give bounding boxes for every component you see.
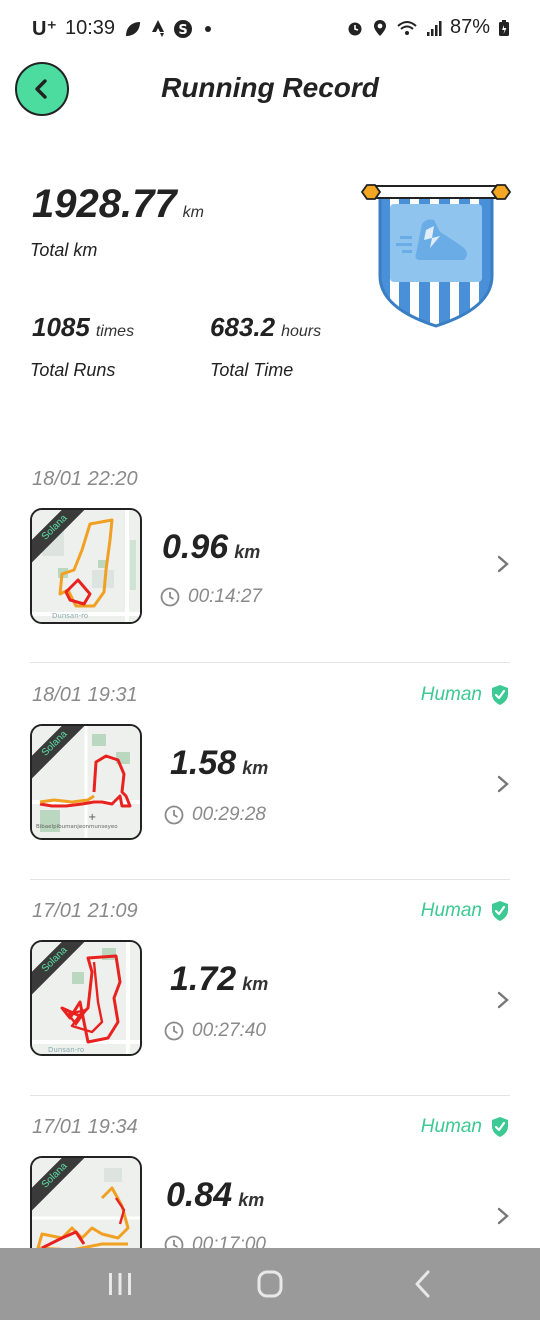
location-icon — [373, 19, 386, 36]
route-map-thumbnail: + Bibaelpibumanjeonmunseyeo Solana — [30, 724, 142, 840]
chevron-right-icon — [497, 991, 509, 1009]
distance-unit: km — [242, 974, 269, 994]
notification-dot-icon — [205, 25, 212, 32]
total-km-value: 1928.77 km — [32, 182, 204, 227]
clock-icon — [164, 805, 184, 825]
status-right: 87% — [346, 16, 510, 39]
status-left: U⁺ 10:39 S — [32, 16, 212, 41]
total-runs-number: 1085 — [32, 312, 90, 342]
total-km-label: Total km — [30, 240, 98, 260]
record-duration: 00:27:40 — [164, 1020, 266, 1042]
recent-apps-button[interactable] — [100, 1270, 140, 1298]
shield-check-icon — [492, 901, 508, 921]
clock: 10:39 — [65, 17, 116, 39]
home-button[interactable] — [250, 1270, 290, 1298]
human-verified-badge: Human — [421, 900, 510, 922]
record-item-4[interactable]: 17/01 19:34 Human Solana 0.84 km 00:17:00 — [30, 1110, 510, 1248]
app-s-icon: S — [174, 19, 193, 38]
system-navigation-bar — [0, 1248, 540, 1320]
record-item-1[interactable]: 18/01 22:20 Dunsan-ro Solana 0.96 km 00:1… — [30, 462, 510, 662]
human-verified-badge: Human — [421, 1116, 510, 1138]
route-map-thumbnail: Dunsan-ro Solana — [30, 508, 142, 624]
duration-text: 00:14:27 — [188, 586, 262, 607]
record-date: 17/01 19:34 — [32, 1116, 138, 1138]
clock-icon — [164, 1021, 184, 1041]
divider — [30, 1095, 510, 1096]
clock-icon — [160, 587, 180, 607]
total-time-label: Total Time — [210, 360, 294, 380]
total-time-value: 683.2 hours — [210, 312, 321, 343]
duration-text: 00:27:40 — [192, 1020, 266, 1041]
map-street-label: Dunsan-ro — [48, 1046, 84, 1054]
distance-number: 0.96 — [162, 528, 229, 566]
record-duration: 00:14:27 — [160, 586, 262, 608]
distance-number: 0.84 — [166, 1176, 233, 1214]
human-verified-badge: Human — [421, 684, 510, 706]
total-runs-value: 1085 times — [32, 312, 134, 343]
distance-unit: km — [234, 542, 261, 562]
chevron-right-icon — [497, 775, 509, 793]
back-nav-button[interactable] — [404, 1270, 444, 1298]
signal-icon — [426, 20, 442, 36]
record-duration: 00:17:00 — [164, 1234, 266, 1248]
map-street-label: Bibaelpibumanjeonmunseyeo — [36, 824, 118, 830]
record-date: 18/01 19:31 — [32, 684, 138, 706]
header: Running Record — [0, 58, 540, 122]
route-map-thumbnail: Solana — [30, 1156, 142, 1248]
battery-icon — [499, 19, 509, 36]
duration-text: 00:29:28 — [192, 804, 266, 825]
chevron-right-icon — [497, 1207, 509, 1225]
chevron-right-icon — [497, 555, 509, 573]
total-km-number: 1928.77 — [32, 182, 177, 226]
alarm-icon — [348, 22, 362, 35]
route-map-thumbnail: Dunsan-ro Solana — [30, 940, 142, 1056]
total-time-number: 683.2 — [210, 312, 276, 342]
record-distance: 1.72 km — [170, 960, 268, 999]
battery-percent: 87% — [449, 16, 490, 38]
strava-icon — [152, 19, 165, 37]
total-runs-label: Total Runs — [30, 360, 116, 380]
human-label: Human — [420, 1116, 482, 1137]
record-item-2[interactable]: 18/01 19:31 Human + Bibaelpibumanjeonmun… — [30, 678, 510, 878]
divider — [30, 879, 510, 880]
human-label: Human — [420, 684, 482, 705]
record-distance: 0.96 km — [162, 528, 260, 567]
duration-text: 00:17:00 — [192, 1234, 266, 1248]
page-title: Running Record — [161, 72, 379, 103]
map-street-label: Dunsan-ro — [52, 612, 88, 620]
wifi-icon — [397, 20, 417, 35]
record-distance: 0.84 km — [166, 1176, 264, 1215]
running-badge-icon — [360, 184, 512, 328]
shield-check-icon — [492, 685, 508, 705]
distance-number: 1.72 — [170, 960, 237, 998]
leaf-icon — [126, 21, 141, 36]
distance-number: 1.58 — [170, 744, 237, 782]
total-time-unit: hours — [281, 323, 322, 340]
svg-text:+: + — [88, 812, 96, 823]
total-km-unit: km — [182, 204, 204, 221]
record-distance: 1.58 km — [170, 744, 268, 783]
shield-check-icon — [492, 1117, 508, 1137]
record-item-3[interactable]: 17/01 21:09 Human Dunsan-ro Solana 1.72 k… — [30, 894, 510, 1094]
svg-text:S: S — [178, 23, 187, 38]
status-bar: U⁺ 10:39 S 87% — [0, 0, 540, 58]
total-runs-unit: times — [95, 323, 135, 340]
distance-unit: km — [238, 1190, 265, 1210]
human-label: Human — [420, 900, 482, 921]
record-date: 17/01 21:09 — [32, 900, 138, 922]
distance-unit: km — [242, 758, 269, 778]
record-duration: 00:29:28 — [164, 804, 266, 826]
clock-icon — [164, 1235, 184, 1248]
divider — [30, 662, 510, 663]
record-date: 18/01 22:20 — [32, 468, 138, 490]
carrier-label: U⁺ — [32, 18, 57, 40]
